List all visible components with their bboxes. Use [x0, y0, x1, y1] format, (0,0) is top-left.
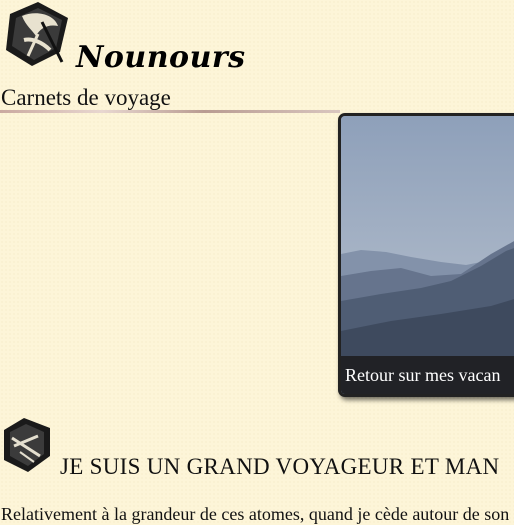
site-title[interactable]: Nounours [76, 38, 246, 78]
slide-caption[interactable]: Retour sur mes vacan [345, 364, 500, 386]
header-divider [0, 110, 340, 113]
feather-logo-icon [6, 2, 68, 66]
site-logo[interactable] [2, 0, 72, 68]
featured-slider[interactable]: Retour sur mes vacan [338, 113, 514, 397]
slide-image [341, 116, 514, 394]
section-intro: Relativement à la grandeur de ces atomes… [1, 504, 514, 524]
quill-icon [4, 418, 50, 472]
section-title[interactable]: JE SUIS UN GRAND VOYAGEUR ET MAN [60, 452, 499, 482]
slide-caption-bar: Retour sur mes vacan [341, 356, 514, 394]
site-tagline: Carnets de voyage [1, 85, 171, 110]
section-icon [0, 416, 56, 474]
